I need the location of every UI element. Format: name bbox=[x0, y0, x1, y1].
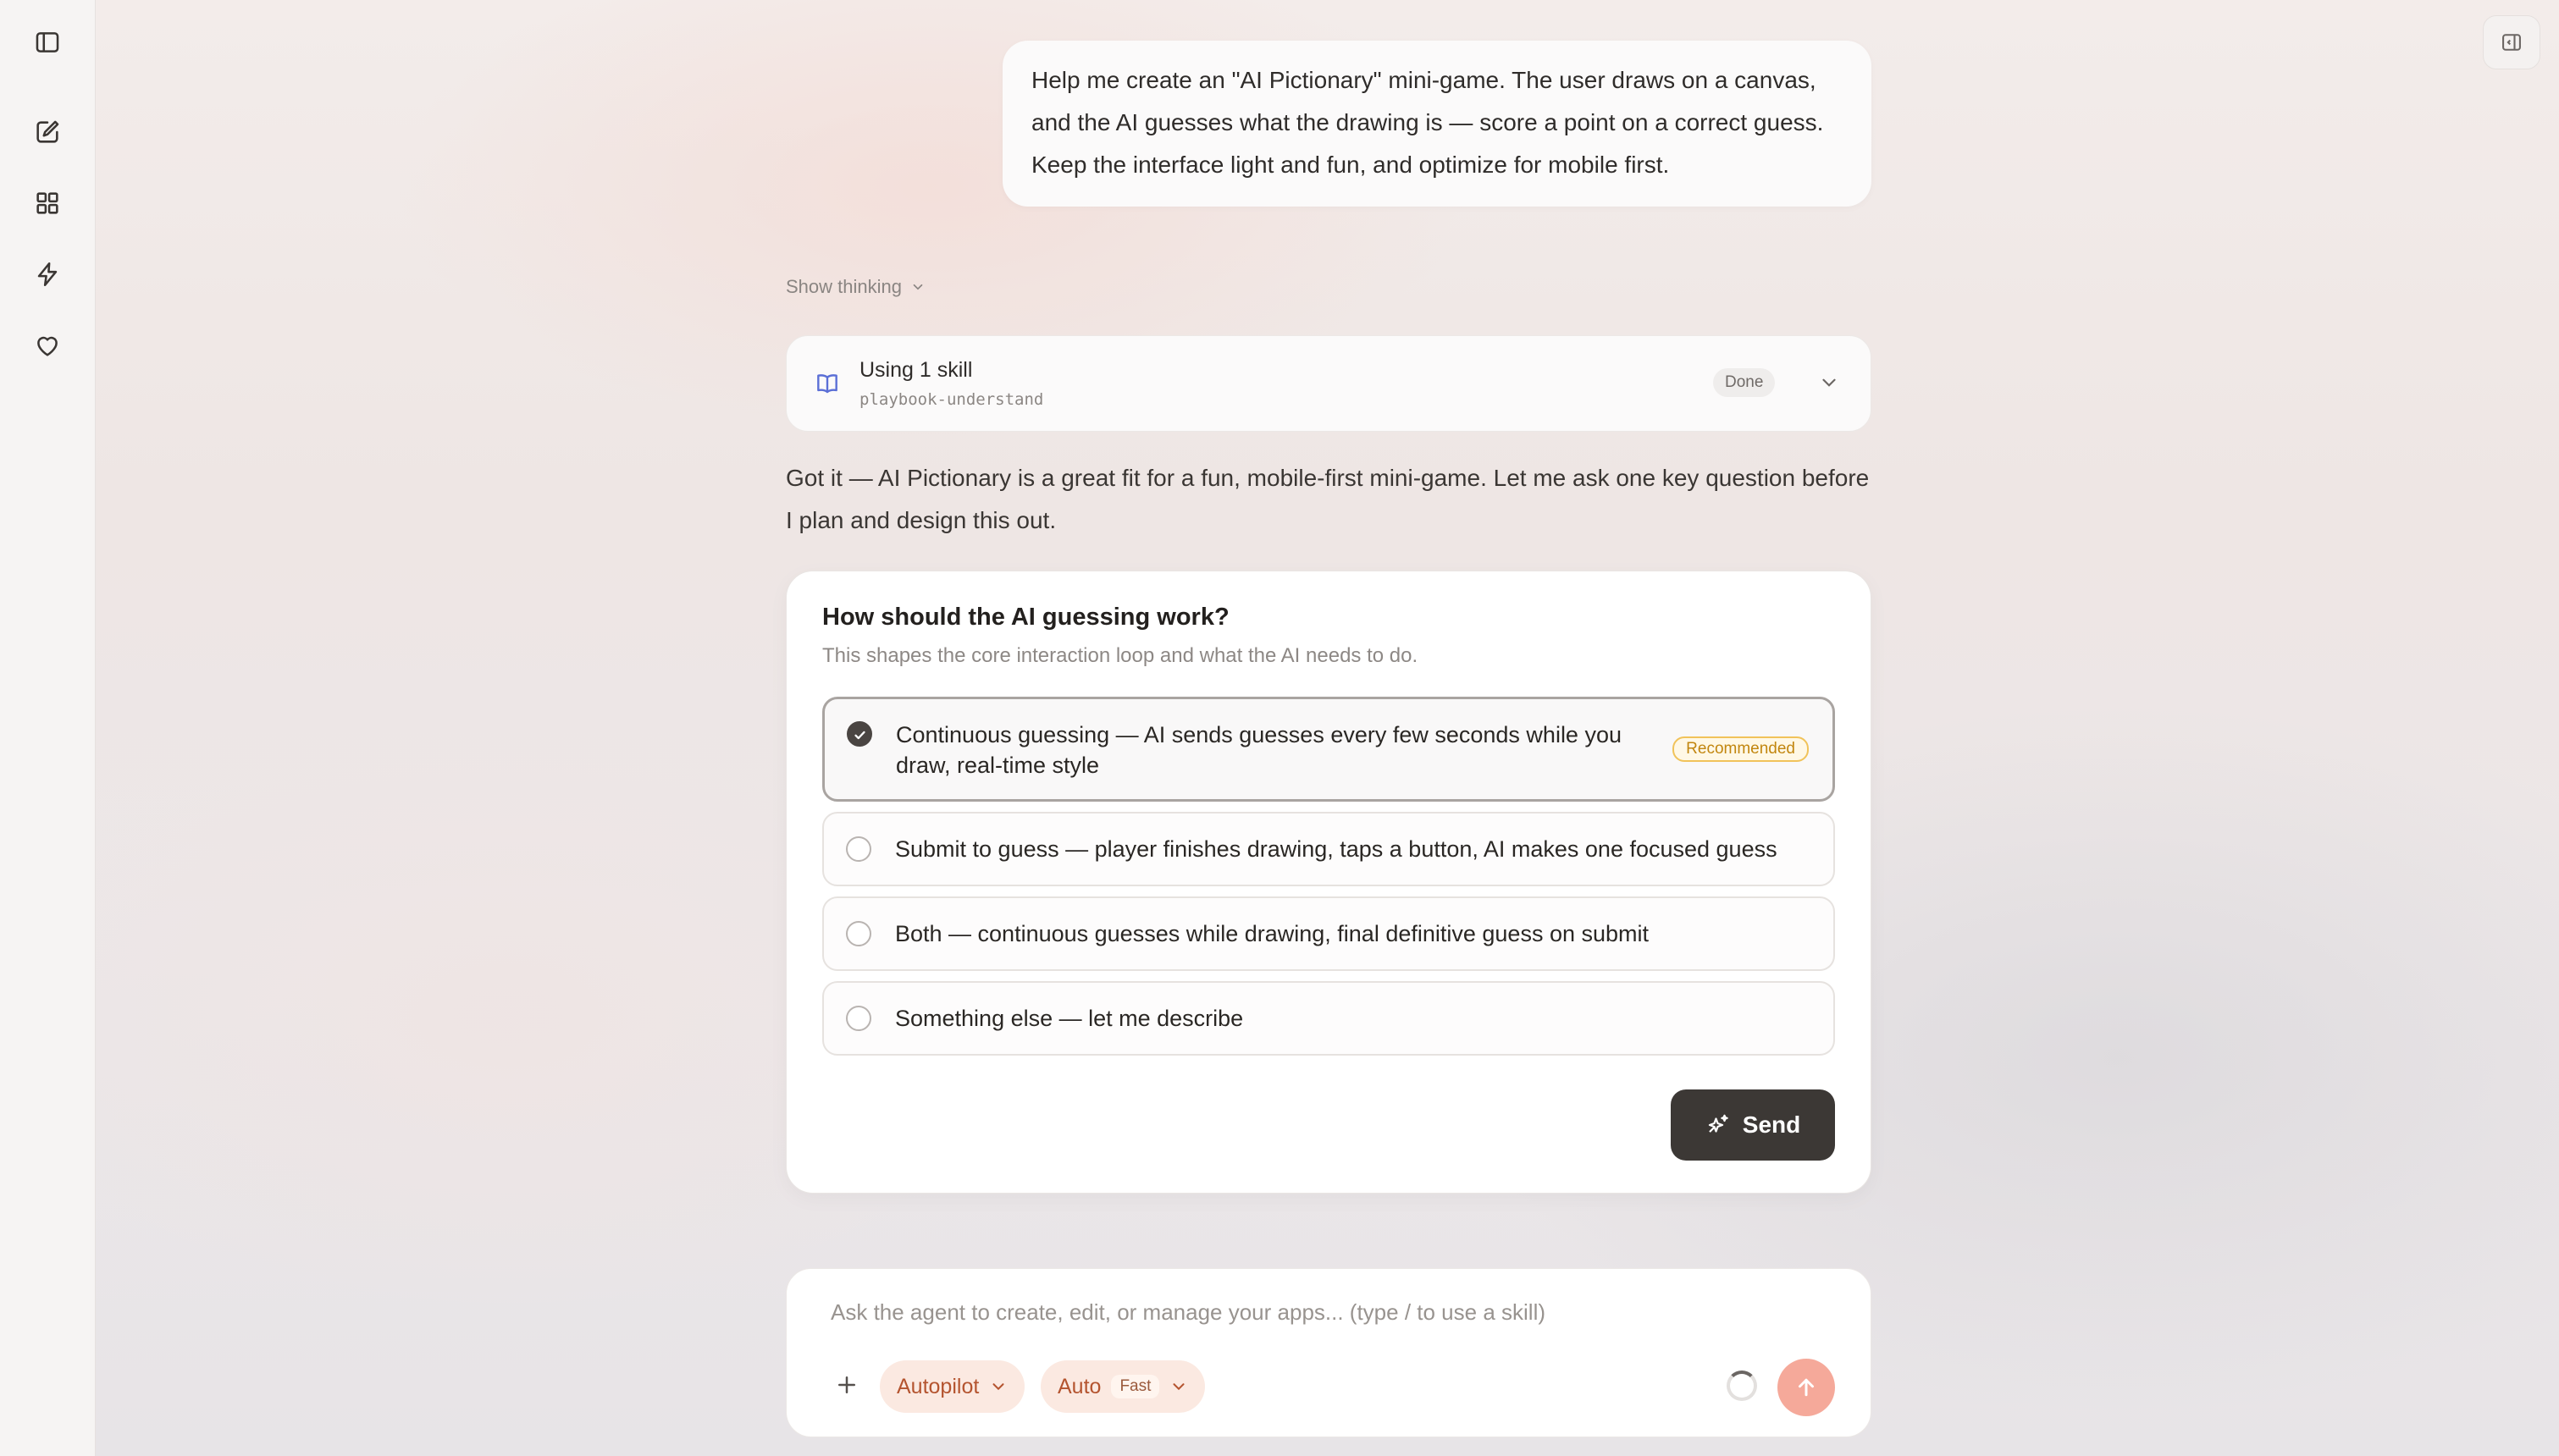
skill-name: playbook-understand bbox=[859, 390, 1044, 409]
chevron-down-icon[interactable] bbox=[1818, 372, 1840, 394]
automations-button[interactable] bbox=[24, 251, 71, 298]
recommended-badge: Recommended bbox=[1672, 736, 1809, 762]
composer-input[interactable] bbox=[831, 1299, 1805, 1326]
heart-icon bbox=[37, 336, 58, 356]
sidebar-toggle-icon bbox=[36, 32, 59, 52]
submit-button[interactable] bbox=[1777, 1359, 1835, 1416]
new-chat-icon bbox=[36, 120, 59, 143]
option-continuous-guessing[interactable]: Continuous guessing — AI sends guesses e… bbox=[822, 697, 1835, 802]
assistant-reply: Got it — AI Pictionary is a great fit fo… bbox=[786, 465, 1870, 533]
panel-toggle-icon bbox=[2502, 34, 2521, 51]
chevron-down-icon bbox=[913, 284, 923, 290]
question-title: How should the AI guessing work? bbox=[822, 604, 1230, 631]
sidebar-toggle-button[interactable] bbox=[24, 19, 71, 66]
question-subtitle: This shapes the core interaction loop an… bbox=[822, 644, 1418, 667]
left-sidebar bbox=[0, 0, 96, 1456]
show-thinking-label: Show thinking bbox=[786, 276, 902, 297]
check-icon bbox=[854, 731, 865, 740]
model-label: Auto bbox=[1058, 1374, 1102, 1398]
question-card: How should the AI guessing work? This sh… bbox=[786, 571, 1871, 1194]
mode-selector[interactable]: Autopilot bbox=[880, 1360, 1025, 1413]
radio-unchecked[interactable] bbox=[846, 1006, 871, 1031]
send-button[interactable]: Send bbox=[1671, 1089, 1835, 1161]
favorites-button[interactable] bbox=[24, 322, 71, 369]
user-message: Help me create an "AI Pictionary" mini-g… bbox=[1003, 41, 1871, 207]
apps-button[interactable] bbox=[24, 179, 71, 227]
model-selector[interactable]: Auto Fast bbox=[1041, 1360, 1206, 1413]
plus-icon[interactable] bbox=[834, 1372, 859, 1398]
radio-checked[interactable] bbox=[847, 721, 872, 747]
chevron-down-icon bbox=[1173, 1383, 1185, 1391]
apps-grid-icon bbox=[36, 192, 58, 214]
skill-card[interactable]: Using 1 skill playbook-understand Done bbox=[786, 335, 1871, 432]
radio-unchecked[interactable] bbox=[846, 921, 871, 946]
option-label: Continuous guessing — AI sends guesses e… bbox=[896, 722, 1622, 778]
option-submit-to-guess[interactable]: Submit to guess — player finishes drawin… bbox=[822, 812, 1835, 886]
status-badge: Done bbox=[1713, 368, 1776, 397]
panel-toggle-button[interactable] bbox=[2483, 15, 2540, 69]
chevron-down-icon bbox=[992, 1383, 1004, 1391]
book-icon bbox=[817, 374, 837, 394]
lightning-icon bbox=[37, 262, 58, 287]
new-chat-button[interactable] bbox=[24, 108, 71, 156]
skill-title: Using 1 skill bbox=[859, 358, 973, 382]
sparkle-icon bbox=[1708, 1114, 1728, 1133]
option-label: Both — continuous guesses while drawing,… bbox=[895, 921, 1649, 946]
mode-label: Autopilot bbox=[897, 1374, 980, 1398]
loading-spinner-icon bbox=[1727, 1371, 1757, 1401]
send-label: Send bbox=[1742, 1111, 1801, 1138]
model-speed-tag: Fast bbox=[1111, 1375, 1160, 1398]
option-both[interactable]: Both — continuous guesses while drawing,… bbox=[822, 896, 1835, 971]
radio-unchecked[interactable] bbox=[846, 836, 871, 862]
show-thinking-toggle[interactable]: Show thinking bbox=[786, 276, 926, 298]
option-label: Something else — let me describe bbox=[895, 1006, 1244, 1031]
option-something-else[interactable]: Something else — let me describe bbox=[822, 981, 1835, 1056]
composer: Autopilot Auto Fast bbox=[786, 1268, 1871, 1437]
option-label: Submit to guess — player finishes drawin… bbox=[895, 836, 1777, 862]
arrow-up-icon bbox=[1799, 1378, 1814, 1397]
